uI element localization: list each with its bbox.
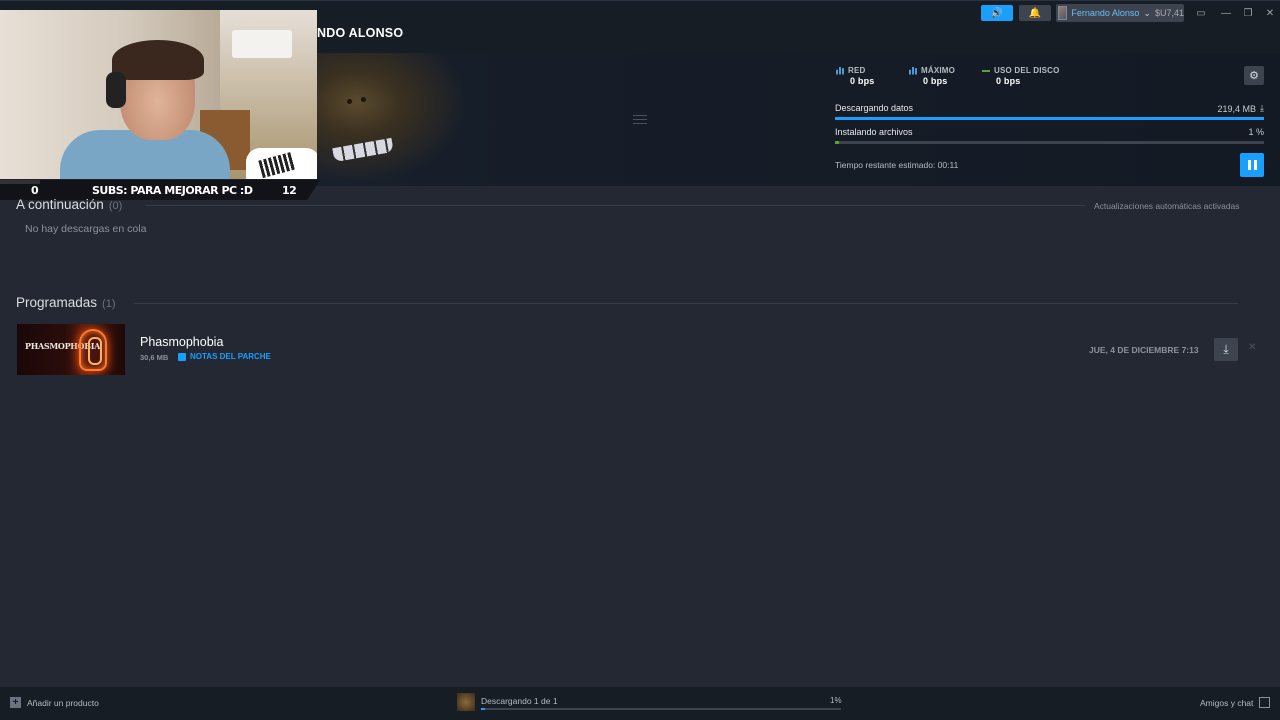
chat-icon [1259, 697, 1271, 708]
game-size: 30,6 MB [140, 353, 169, 362]
avatar [1058, 6, 1068, 20]
plus-icon: + [10, 697, 21, 708]
close-icon[interactable]: ✕ [1261, 5, 1279, 21]
network-bars-icon [836, 66, 844, 75]
patch-notes-link[interactable]: NOTAS DEL PARCHE [178, 352, 271, 361]
list-item: PHASMOPHOBIA Phasmophobia 30,6 MB NOTAS … [16, 324, 1264, 376]
scheduled-divider [134, 303, 1238, 304]
download-icon: ⤓ [1223, 342, 1229, 356]
eta-text: Tiempo restante estimado: 00:11 [835, 160, 959, 170]
queue-count: (0) [108, 200, 123, 212]
downloading-fill [835, 117, 1264, 120]
account-name: Fernando Alonso [1071, 8, 1140, 18]
add-product-button[interactable]: + Añadir un producto [10, 697, 99, 708]
queue-empty-text: No hay descargas en cola [25, 223, 147, 235]
lightbulb-art [79, 329, 107, 371]
peak-bars-icon [909, 66, 917, 75]
peak-value: 0 bps [923, 76, 948, 86]
pause-icon [1253, 160, 1257, 170]
resize-handle-icon[interactable] [633, 115, 647, 124]
game-thumbnail[interactable]: PHASMOPHOBIA [17, 324, 125, 375]
downloading-track [835, 117, 1264, 120]
webcam-detail [112, 40, 204, 80]
pause-button[interactable] [1240, 153, 1264, 177]
network-stat: RED 0 bps [836, 66, 875, 86]
installing-fill [835, 141, 840, 144]
scheduled-date: JUE, 4 DE DICIEMBRE 7:13 [1089, 345, 1199, 355]
gear-icon: ⚙ [1249, 70, 1259, 82]
webcam-detail [232, 30, 292, 58]
add-product-label: Añadir un producto [27, 697, 99, 708]
scheduled-title: Programadas [16, 295, 98, 310]
disk-label: USO DEL DISCO [994, 66, 1060, 75]
friends-chat-button[interactable]: Amigos y chat [1200, 697, 1271, 708]
patch-notes-label: NOTAS DEL PARCHE [190, 352, 271, 361]
download-settings-button[interactable]: ⚙ [1244, 66, 1264, 85]
game-name[interactable]: Phasmophobia [140, 335, 223, 349]
download-percent: 1% [830, 696, 842, 705]
account-menu[interactable]: Fernando Alonso ⌄ $U7,41 [1056, 4, 1184, 22]
hero-detail [332, 137, 394, 163]
downloading-amount-wrap: 219,4 MB ⤓ [1217, 103, 1264, 114]
remove-item-button[interactable]: ✕ [1248, 342, 1256, 353]
cat-sticker [246, 148, 317, 179]
download-icon: ⤓ [1260, 103, 1264, 113]
hero-detail [347, 99, 352, 104]
scheduled-heading: Programadas (1) [16, 295, 116, 310]
download-status[interactable]: Descargando 1 de 1 [481, 696, 558, 706]
current-game-thumbnail[interactable] [457, 693, 475, 711]
disk-value: 0 bps [996, 76, 1021, 86]
banner-left-count: 0 [31, 184, 39, 197]
banner-text: SUBS: PARA MEJORAR PC :D [92, 184, 253, 197]
document-icon [178, 352, 186, 361]
big-picture-icon[interactable]: ▭ [1192, 5, 1210, 21]
installing-track [835, 141, 1264, 144]
webcam-detail [106, 72, 126, 108]
downloading-label: Descargando datos [835, 103, 914, 113]
megaphone-icon: 🔊 [990, 7, 1004, 19]
peak-label: MÁXIMO [921, 66, 956, 75]
game-hero-art [317, 53, 647, 186]
maximize-icon[interactable]: ❐ [1239, 5, 1257, 21]
announcements-button[interactable]: 🔊 [981, 5, 1013, 21]
wallet-balance: $U7,41 [1154, 8, 1184, 18]
disk-line-icon [982, 69, 990, 72]
close-icon: ✕ [1248, 342, 1257, 353]
installing-amount: 1 % [1248, 127, 1264, 137]
auto-updates-note: Actualizaciones automáticas activadas [1094, 201, 1240, 211]
pause-icon [1247, 160, 1251, 170]
queue-divider [145, 205, 1085, 206]
footer-bar: + Añadir un producto Descargando 1 de 1 … [0, 687, 1280, 720]
disk-stat: USO DEL DISCO 0 bps [982, 66, 1060, 86]
installing-label: Instalando archivos [835, 127, 913, 137]
banner-right-count: 12 [282, 184, 297, 197]
network-label: RED [848, 66, 866, 75]
minimize-icon[interactable]: — [1217, 5, 1235, 21]
queue-title: A continuación [16, 197, 104, 212]
downloading-amount: 219,4 MB [1217, 103, 1257, 114]
webcam-overlay [0, 10, 317, 179]
chevron-down-icon: ⌄ [1143, 7, 1151, 18]
notifications-button[interactable]: 🔔 [1019, 5, 1051, 21]
queue-heading: A continuación (0) [16, 197, 122, 212]
footer-progress-track [481, 708, 841, 710]
footer-progress-fill [481, 708, 485, 710]
page-title: NDO ALONSO [317, 26, 404, 40]
bell-icon: 🔔 [1028, 7, 1042, 19]
network-value: 0 bps [850, 76, 875, 86]
scheduled-count: (1) [102, 298, 116, 310]
friends-label: Amigos y chat [1200, 697, 1254, 708]
peak-stat: MÁXIMO 0 bps [909, 66, 955, 86]
start-download-button[interactable]: ⤓ [1214, 338, 1238, 361]
hero-detail [361, 97, 366, 102]
